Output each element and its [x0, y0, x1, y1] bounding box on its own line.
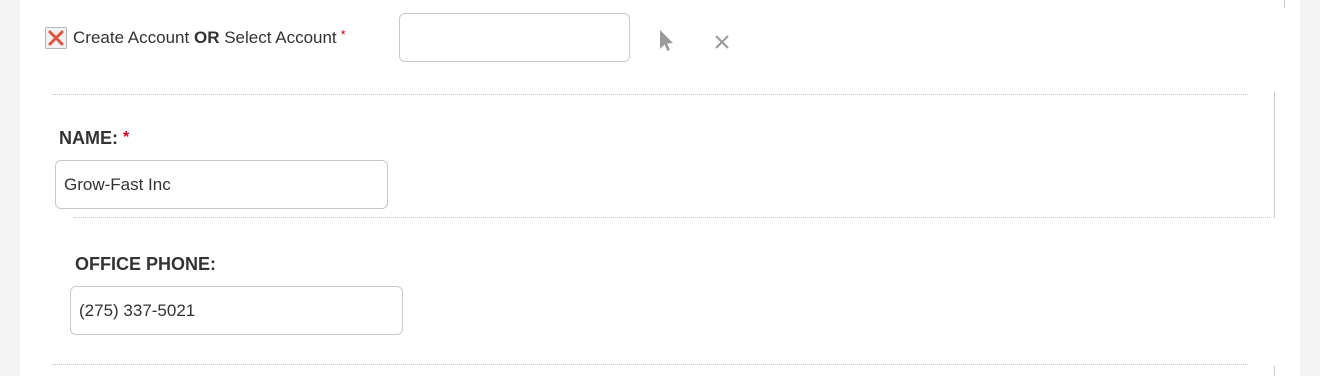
section-border — [1284, 0, 1285, 8]
office-phone-label: OFFICE PHONE: — [75, 254, 217, 274]
name-input[interactable] — [55, 160, 388, 209]
name-label: NAME: * — [59, 128, 130, 148]
row-divider — [52, 364, 1248, 365]
create-account-checkbox[interactable] — [45, 27, 67, 49]
create-or-select-account-label: Create Account OR Select Account * — [73, 27, 346, 47]
close-icon — [715, 35, 729, 49]
required-mark: * — [123, 129, 130, 146]
office-phone-input[interactable] — [70, 286, 403, 335]
section-border — [1274, 366, 1275, 376]
row-divider — [74, 217, 1270, 218]
x-mark-icon — [48, 30, 64, 46]
clear-account-button[interactable] — [710, 30, 734, 54]
select-account-input[interactable] — [399, 13, 630, 62]
account-select-row: Create Account OR Select Account * — [45, 14, 346, 62]
row-divider — [52, 94, 1248, 95]
select-account-button[interactable] — [652, 25, 678, 55]
arrow-pointer-icon — [660, 30, 673, 51]
section-border — [1274, 92, 1275, 218]
required-mark: * — [340, 27, 346, 42]
